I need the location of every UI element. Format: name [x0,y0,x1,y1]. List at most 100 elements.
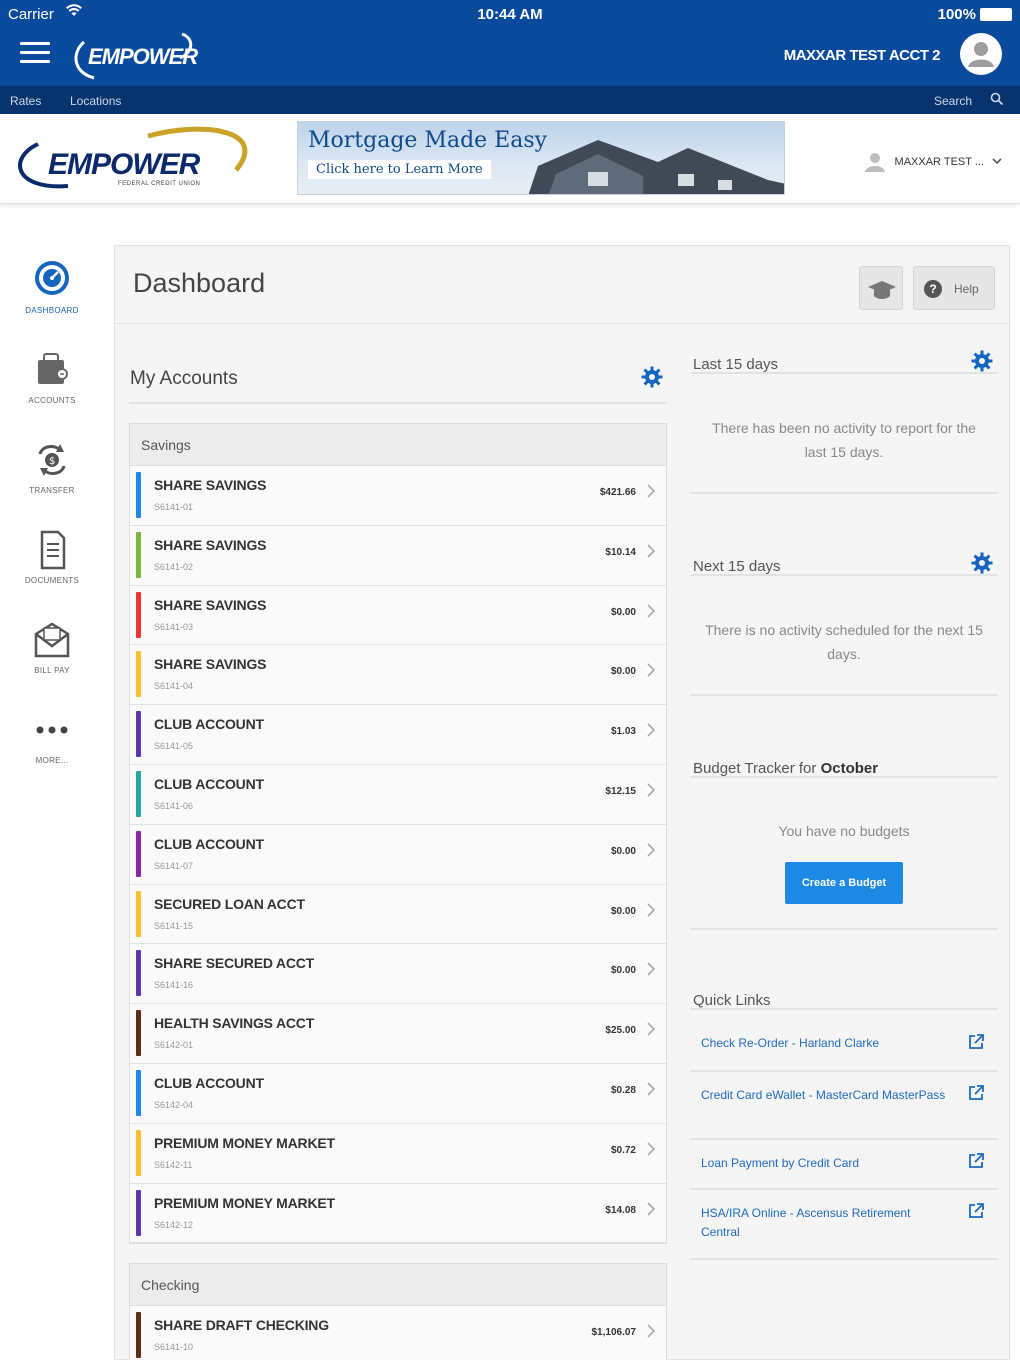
account-number: S6142-11 [154,1159,193,1170]
quick-link-loan-payment[interactable]: Loan Payment by Credit Card [691,1140,997,1190]
chevron-right-icon [646,902,656,923]
account-row[interactable]: PREMIUM MONEY MARKET S6142-12 $14.08 [130,1183,666,1244]
more-icon [30,710,74,750]
account-number: S6141-01 [154,502,194,512]
search-icon[interactable] [990,92,1004,109]
account-color-stripe [136,651,141,698]
banner-cta[interactable]: Click here to Learn More [308,160,491,179]
account-name: SHARE SECURED ACCT [154,955,315,972]
transfer-icon: $ [30,440,74,480]
avatar[interactable] [960,33,1002,75]
account-row[interactable]: SHARE SAVINGS S6141-01 $421.66 [130,466,666,526]
account-row[interactable]: SHARE SECURED ACCT S6141-16 $0.00 [130,944,666,1005]
hamburger-menu-button[interactable] [20,42,50,66]
account-name: PREMIUM MONEY MARKET [154,1134,335,1151]
create-budget-button[interactable]: Create a Budget [785,862,903,904]
account-name: CLUB ACCOUNT [154,775,264,792]
sidebar-item-bill-pay[interactable]: BILL PAY [0,620,104,700]
chevron-right-icon [646,1081,656,1102]
external-link-icon [967,1152,985,1170]
account-row[interactable]: SHARE DRAFT CHECKING S6141-10 $1,106.07 [130,1306,666,1360]
help-button[interactable]: ? Help [913,266,995,310]
divider [129,402,667,404]
sidebar-item-accounts[interactable]: ACCOUNTS [0,350,104,430]
account-name: HEALTH SAVINGS ACCT [154,1015,315,1032]
account-balance: $0.00 [610,606,636,618]
my-accounts-settings-gear-icon[interactable] [641,366,663,388]
chevron-right-icon [646,782,656,803]
savings-group: Savings SHARE SAVINGS S6141-01 $421.66 SHAR… [129,423,667,1245]
sidebar-item-dashboard[interactable]: DASHBOARD [0,260,104,340]
account-row[interactable]: CLUB ACCOUNT S6141-05 $1.03 [130,705,666,765]
account-row[interactable]: CLUB ACCOUNT S6141-06 $12.15 [130,764,666,825]
chevron-right-icon [646,603,656,624]
account-row[interactable]: SHARE SAVINGS S6141-03 $0.00 [130,585,666,646]
quick-link-credit-card-ewallet[interactable]: Credit Card eWallet - MasterCard MasterP… [691,1072,997,1140]
mortgage-banner[interactable]: Mortgage Made Easy Click here to Learn M… [297,121,785,195]
account-row[interactable]: SHARE SAVINGS S6141-04 $0.00 [130,645,666,706]
account-row[interactable]: CLUB ACCOUNT S6142-04 $0.28 [130,1063,666,1124]
chevron-right-icon [646,1021,656,1042]
account-name[interactable]: MAXXAR TEST ACCT 2 [784,47,941,64]
account-name: SECURED LOAN ACCT [154,895,305,912]
site-header: EMPOWER FEDERAL CREDIT UNION Mortgage Ma… [0,114,1020,204]
banner-headline: Mortgage Made Easy [308,128,548,153]
account-balance: $25.00 [605,1025,636,1037]
budget-message: You have no budgets [778,823,910,839]
chevron-right-icon [646,842,656,863]
account-balance: $0.00 [610,666,636,678]
quick-link-check-reorder[interactable]: Check Re-Order - Harland Clarke [691,1020,997,1072]
account-row[interactable]: PREMIUM MONEY MARKET S6142-11 $0.72 [130,1123,666,1184]
next-15-settings-gear-icon[interactable] [971,552,993,574]
status-bar: Carrier 10:44 AM 100% [0,4,1020,24]
account-balance: $0.28 [610,1084,636,1096]
last-15-settings-gear-icon[interactable] [971,350,993,372]
chevron-right-icon [646,483,656,504]
education-button[interactable] [859,266,903,310]
budget-tracker-header: Budget Tracker for October [691,738,997,778]
chevron-right-icon [646,961,656,982]
site-logo[interactable]: EMPOWER FEDERAL CREDIT UNION [8,122,258,196]
account-number: S6141-05 [154,741,194,752]
account-balance: $1,106.07 [591,1327,637,1338]
dashboard-icon [30,260,74,300]
account-balance: $0.00 [610,965,636,977]
app-logo[interactable]: EMPOWER [70,28,200,84]
account-number: S6141-03 [154,621,194,632]
battery-percent: 100% [937,6,976,23]
account-color-stripe [136,1129,141,1176]
account-color-stripe [136,770,141,817]
account-color-stripe [136,1312,141,1358]
search-link[interactable]: Search [934,94,972,108]
external-link-icon [967,1033,985,1051]
user-menu-label: MAXXAR TEST ... [894,156,984,168]
external-link-icon [967,1202,985,1220]
account-number: S6142-01 [154,1040,194,1051]
nav-rates-link[interactable]: Rates [10,94,41,108]
account-row[interactable]: SECURED LOAN ACCT S6141-15 $0.00 [130,884,666,945]
user-menu[interactable]: MAXXAR TEST ... [863,152,1002,172]
account-row[interactable]: HEALTH SAVINGS ACCT S6142-01 $25.00 [130,1004,666,1064]
dashboard-header: Dashboard ? Help [115,246,1009,324]
account-color-stripe [136,531,141,578]
sidebar-item-more[interactable]: MORE... [0,710,104,790]
external-link-icon [967,1084,985,1102]
account-row[interactable]: SHARE SAVINGS S6141-02 $10.14 [130,525,666,586]
clock: 10:44 AM [477,6,543,23]
account-number: S6142-04 [154,1099,194,1110]
wallet-icon [30,350,74,390]
divider [691,928,997,930]
document-icon [30,530,74,570]
sidebar-item-documents[interactable]: DOCUMENTS [0,530,104,610]
quick-link-hsa-ira[interactable]: HSA/IRA Online - Ascensus Retirement Cen… [691,1190,997,1260]
account-balance: $14.08 [605,1204,636,1216]
account-number: S6142-12 [154,1219,194,1230]
bill-pay-icon [30,620,74,660]
sidebar-item-transfer[interactable]: $ TRANSFER [0,440,104,520]
nav-locations-link[interactable]: Locations [70,94,121,108]
chevron-right-icon [646,1201,656,1222]
divider [691,492,997,494]
account-name: SHARE DRAFT CHECKING [154,1317,329,1333]
account-row[interactable]: CLUB ACCOUNT S6141-07 $0.00 [130,824,666,885]
account-balance: $12.15 [605,785,636,797]
